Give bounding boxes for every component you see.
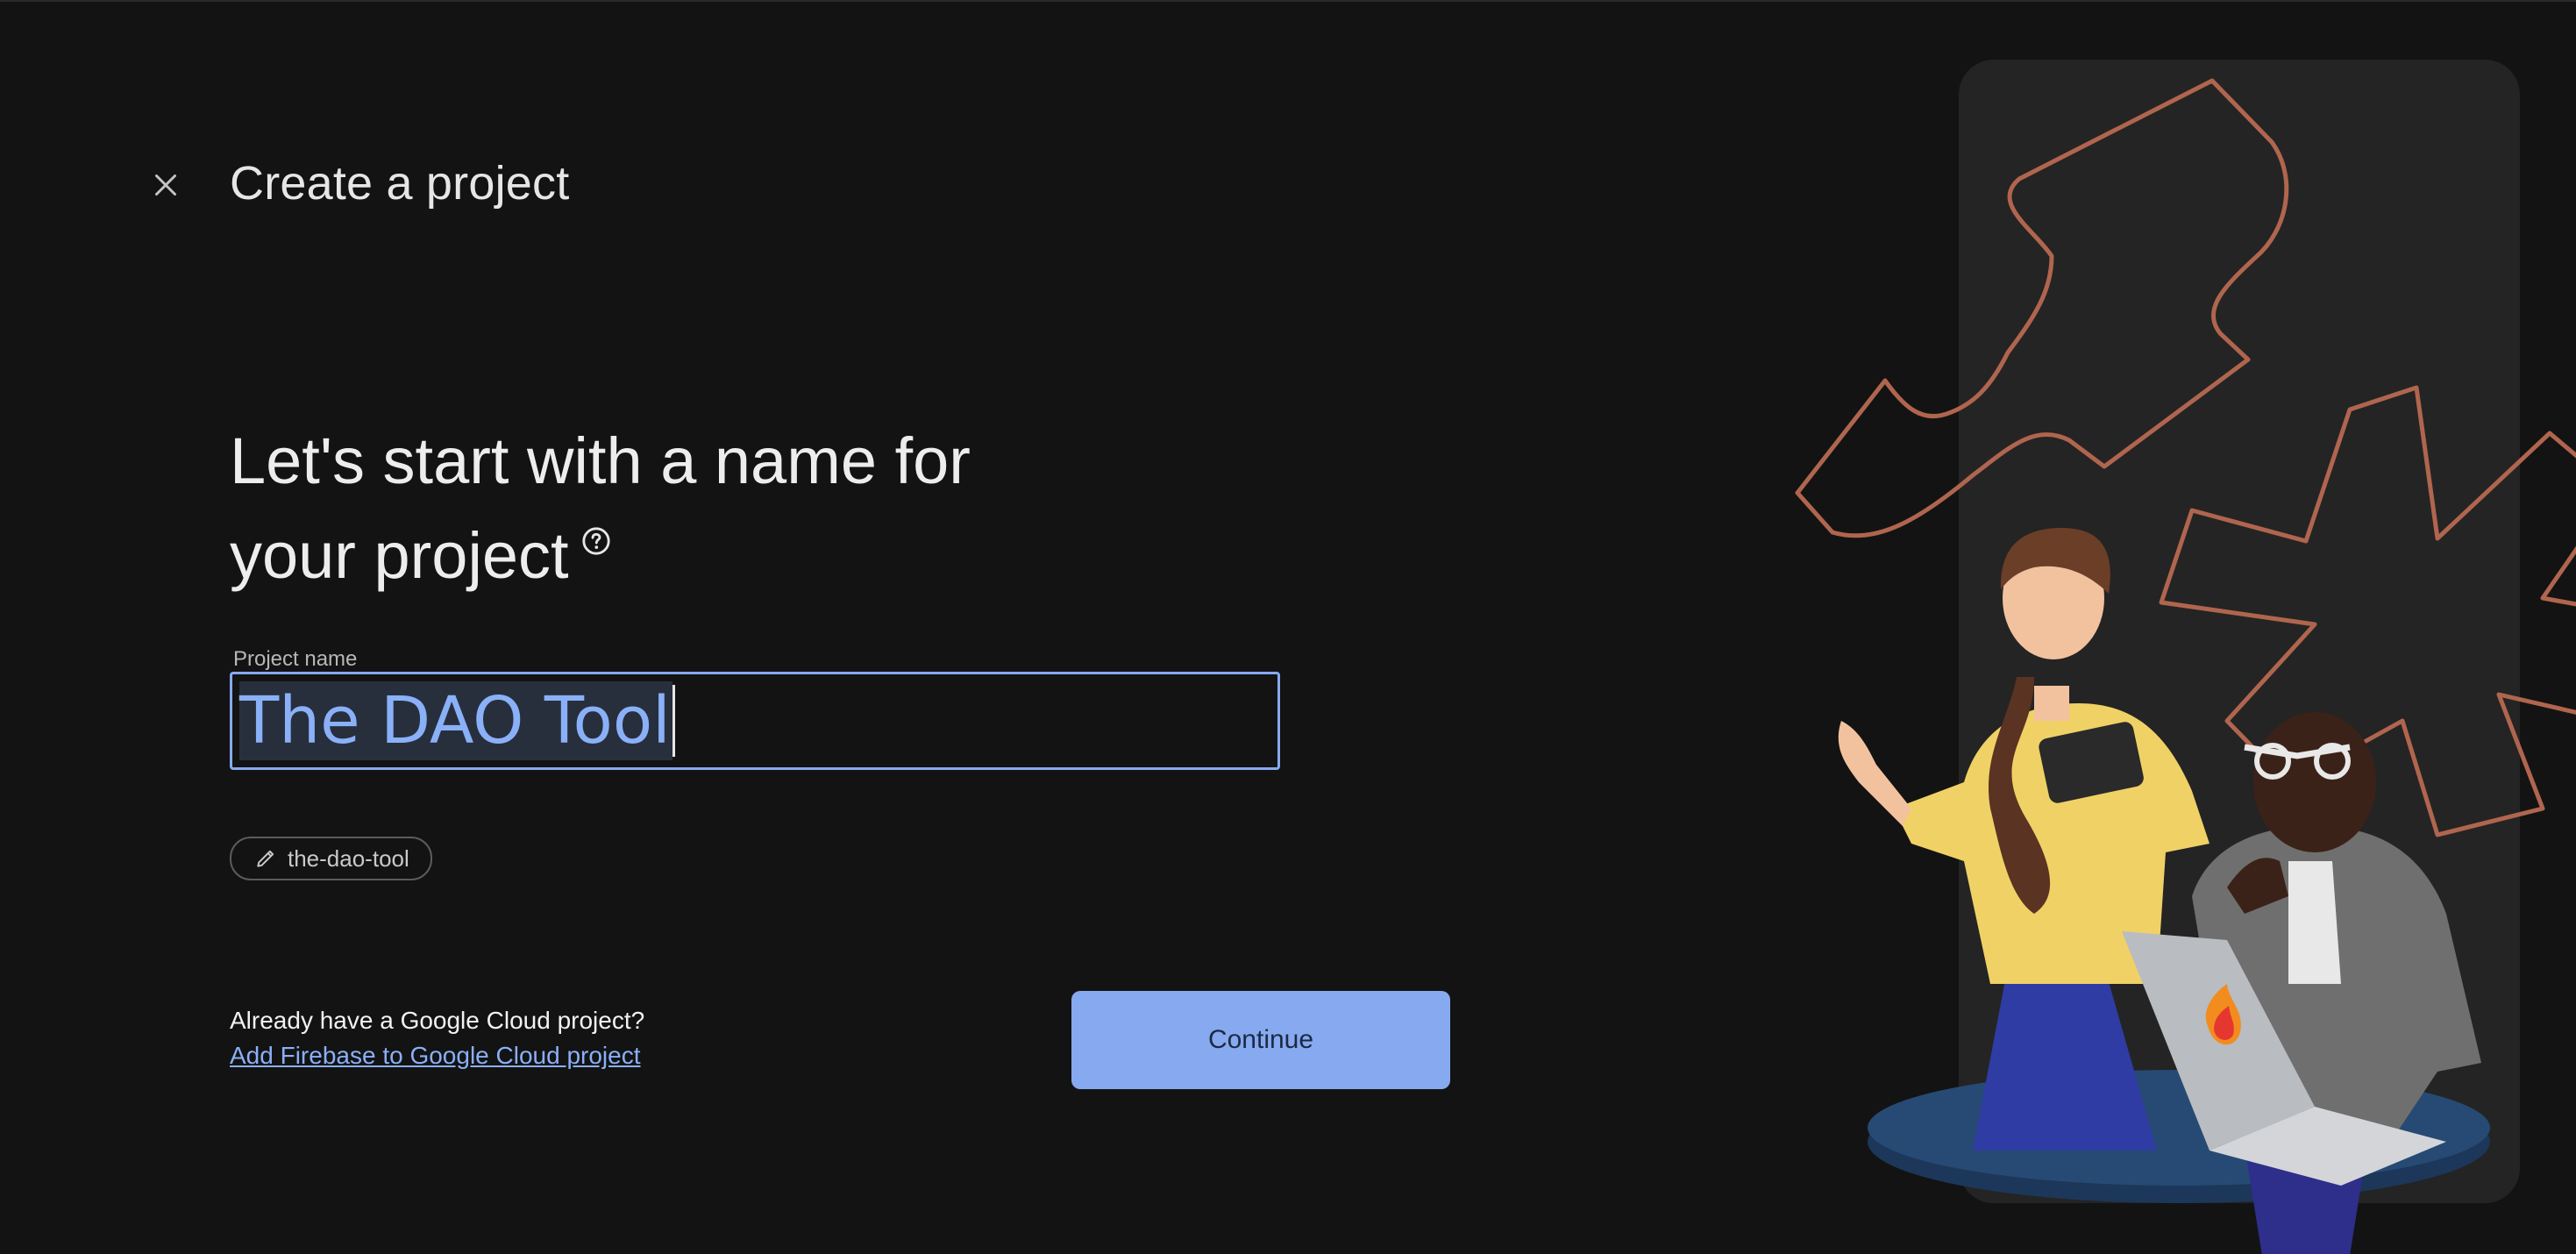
text-caret	[672, 685, 675, 757]
heading-line-2: your project	[230, 519, 569, 592]
page-title: Create a project	[230, 157, 570, 210]
project-id-text: the-dao-tool	[288, 844, 409, 872]
heading-line-1: Let's start with a name for	[230, 424, 971, 497]
illustration	[1795, 78, 2576, 1254]
help-circle-icon[interactable]	[581, 526, 611, 556]
pencil-icon	[257, 850, 274, 867]
project-name-label: Project name	[233, 647, 358, 671]
google-cloud-question: Already have a Google Cloud project?	[230, 1007, 645, 1034]
add-firebase-to-gcp-link[interactable]: Add Firebase to Google Cloud project	[230, 1042, 641, 1070]
create-project-page: Create a project Let's start with a name…	[0, 0, 2576, 1254]
continue-button[interactable]: Continue	[1071, 991, 1450, 1089]
project-name-value: The DAO Tool	[239, 681, 672, 760]
close-icon	[155, 175, 176, 196]
name-heading: Let's start with a name for your project	[230, 414, 1107, 603]
project-name-input[interactable]: The DAO Tool	[230, 672, 1280, 770]
project-id-chip[interactable]: the-dao-tool	[230, 837, 432, 880]
close-button[interactable]	[146, 165, 186, 205]
